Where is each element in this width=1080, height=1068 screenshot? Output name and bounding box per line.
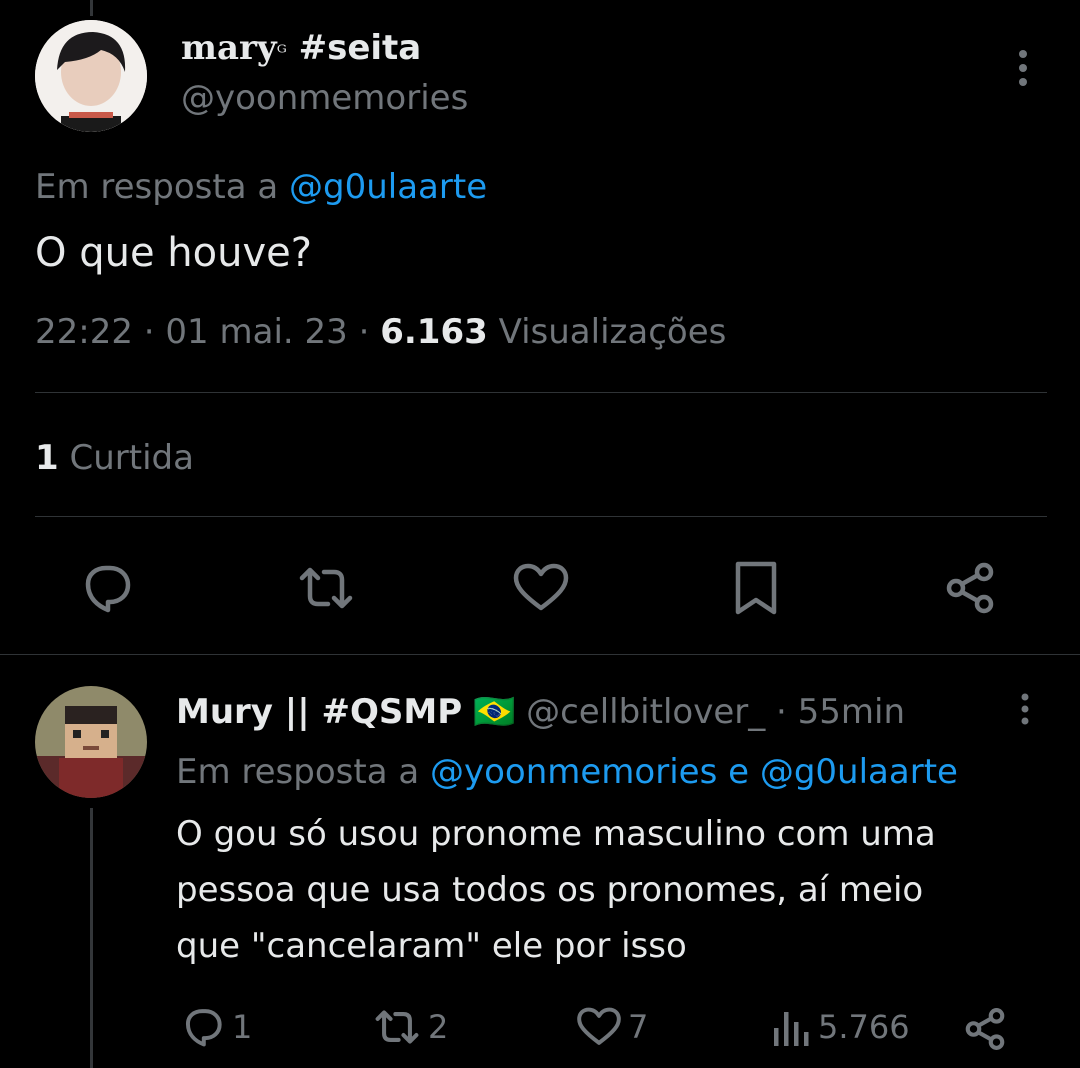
retweet-count: 2 [428, 1008, 449, 1046]
display-name[interactable]: maryᴳ #seita [181, 28, 421, 68]
retweet-icon [372, 1006, 422, 1048]
like-icon[interactable] [512, 562, 570, 614]
reply-prefix: Em resposta a [176, 752, 420, 792]
reply-context: Em resposta a @yoonmemories e @g0ulaarte [176, 752, 958, 792]
views-count: 6.163 [380, 312, 488, 352]
tweet-text: O que houve? [35, 230, 312, 276]
reply-count: 1 [232, 1008, 253, 1046]
avatar[interactable] [35, 686, 147, 798]
divider [35, 516, 1047, 517]
like-count: 7 [628, 1008, 649, 1046]
tweet-date[interactable]: 01 mai. 23 [165, 312, 347, 352]
reply-text-line: O gou só usou pronome masculino com uma [176, 814, 936, 854]
reply-handle[interactable]: @cellbitlover_ [526, 692, 765, 732]
flag-emoji: 🇧🇷 [472, 692, 516, 732]
likes-summary[interactable]: 1 Curtida [35, 438, 194, 478]
reply-prefix: Em resposta a [35, 167, 279, 207]
reply-icon[interactable] [78, 562, 136, 614]
reply-mention[interactable]: @g0ulaarte [289, 167, 487, 207]
retweet-action[interactable]: 2 [372, 1006, 448, 1048]
tweet-time[interactable]: 22:22 [35, 312, 133, 352]
reply-mention[interactable]: @g0ulaarte [760, 752, 958, 792]
tweet-meta: 22:22 · 01 mai. 23 · 6.163 Visualizações [35, 312, 727, 352]
views-icon [772, 1006, 812, 1048]
reply-context: Em resposta a @g0ulaarte [35, 167, 487, 207]
likes-label: Curtida [69, 438, 194, 478]
more-icon[interactable] [1010, 690, 1040, 730]
views-count: 5.766 [818, 1008, 910, 1046]
bookmark-icon[interactable] [732, 560, 780, 616]
reply-joiner: e [728, 752, 750, 792]
reply-header: Mury || #QSMP 🇧🇷 @cellbitlover_ · 55min [176, 692, 906, 732]
likes-count: 1 [35, 438, 59, 478]
reply-mention[interactable]: @yoonmemories [430, 752, 717, 792]
share-icon[interactable] [962, 1006, 1008, 1052]
avatar[interactable] [35, 20, 147, 132]
divider [35, 392, 1047, 393]
like-action[interactable]: 7 [576, 1006, 648, 1048]
reply-icon [180, 1006, 226, 1048]
reply-time[interactable]: 55min [798, 692, 905, 732]
name-hashtag: #seita [298, 28, 422, 68]
thread-line [90, 808, 93, 1068]
reply-text-line: que "cancelaram" ele por isso [176, 926, 687, 966]
divider [0, 654, 1080, 655]
name-glyph: ᴳ [276, 40, 287, 64]
display-name-text: mary [181, 28, 277, 68]
share-icon[interactable] [942, 560, 998, 616]
user-handle[interactable]: @yoonmemories [181, 78, 468, 118]
retweet-icon[interactable] [296, 562, 356, 614]
more-icon[interactable] [1008, 46, 1038, 90]
like-icon [576, 1006, 622, 1048]
views-label: Visualizações [498, 312, 727, 352]
thread-line [90, 0, 93, 16]
reply-display-name[interactable]: Mury || #QSMP [176, 692, 462, 732]
reply-text-line: pessoa que usa todos os pronomes, aí mei… [176, 870, 924, 910]
reply-action[interactable]: 1 [180, 1006, 252, 1048]
views-action[interactable]: 5.766 [772, 1006, 910, 1048]
